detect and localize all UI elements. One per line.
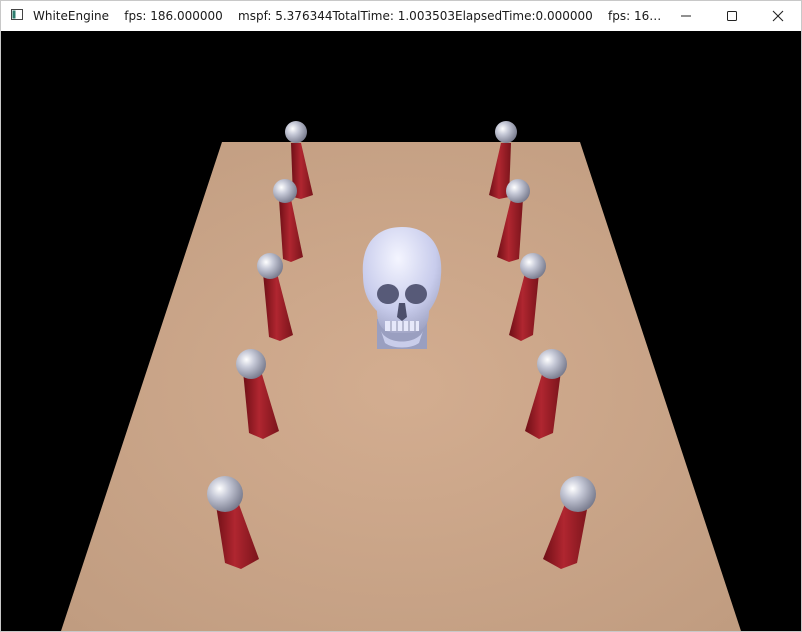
scene-canvas bbox=[61, 121, 741, 631]
sphere bbox=[236, 349, 266, 379]
sphere bbox=[560, 476, 596, 512]
app-icon bbox=[11, 9, 23, 20]
title-bar[interactable]: WhiteEngine fps: 186.000000 mspf: 5.3763… bbox=[1, 1, 801, 31]
render-viewport[interactable] bbox=[1, 31, 801, 631]
floor-plane bbox=[61, 142, 741, 631]
sphere bbox=[506, 179, 530, 203]
app-window: WhiteEngine fps: 186.000000 mspf: 5.3763… bbox=[0, 0, 802, 632]
close-button[interactable] bbox=[755, 1, 801, 31]
maximize-icon bbox=[727, 11, 737, 21]
minimize-icon bbox=[681, 15, 691, 17]
sphere bbox=[495, 121, 517, 143]
sphere bbox=[273, 179, 297, 203]
maximize-button[interactable] bbox=[709, 1, 755, 31]
sphere bbox=[257, 253, 283, 279]
sphere bbox=[207, 476, 243, 512]
window-title: WhiteEngine fps: 186.000000 mspf: 5.3763… bbox=[33, 9, 665, 23]
minimize-button[interactable] bbox=[663, 1, 709, 31]
sphere bbox=[285, 121, 307, 143]
sphere bbox=[520, 253, 546, 279]
sphere bbox=[537, 349, 567, 379]
close-icon bbox=[772, 10, 784, 22]
